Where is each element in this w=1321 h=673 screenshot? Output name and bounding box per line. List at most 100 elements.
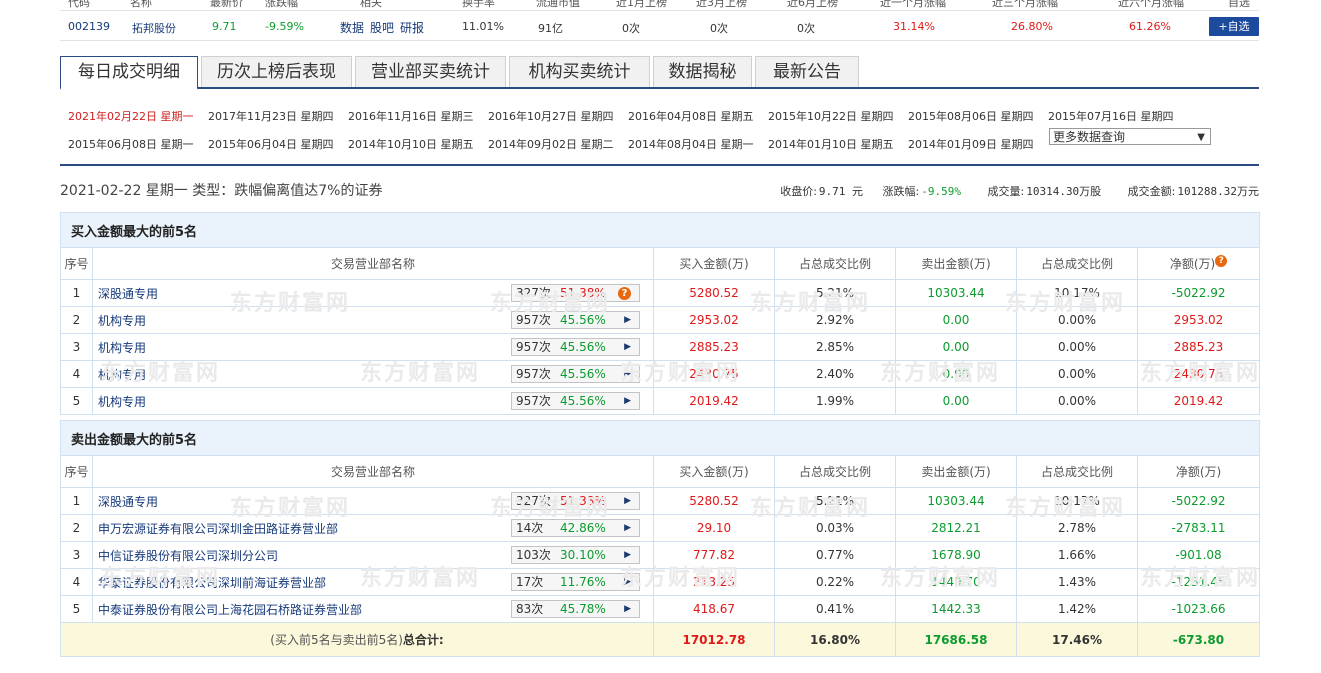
- branch-name[interactable]: 机构专用: [98, 314, 146, 328]
- tab-history-performance[interactable]: 历次上榜后表现: [201, 56, 352, 87]
- branch-stat-badge[interactable]: 103次 30.10% ▶: [511, 546, 640, 564]
- branch-name[interactable]: 深股通专用: [98, 287, 158, 301]
- date-link[interactable]: 2014年08月04日 星期一: [628, 136, 754, 152]
- date-link[interactable]: 2014年01月09日 星期四: [908, 136, 1034, 152]
- date-link[interactable]: 2014年10月10日 星期五: [348, 136, 474, 152]
- col-sell-ratio[interactable]: 占总成交比例: [1016, 455, 1138, 488]
- row-index: 1: [60, 279, 93, 307]
- branch-stat-badge[interactable]: 957次 45.56% ▶: [511, 311, 640, 329]
- stock-row: 002139 拓邦股份 9.71 -9.59% 数据 股吧 研报 11.01% …: [60, 14, 1259, 41]
- branch-stat-badge[interactable]: 83次 45.78% ▶: [511, 600, 640, 618]
- stock-name[interactable]: 拓邦股份: [132, 20, 176, 36]
- col-sell-ratio[interactable]: 占总成交比例: [1016, 247, 1138, 280]
- branch-count: 327次: [516, 494, 551, 508]
- branch-stat-badge[interactable]: 957次 45.56% ▶: [511, 392, 640, 410]
- branch-name[interactable]: 机构专用: [98, 368, 146, 382]
- date-link[interactable]: 2014年01月10日 星期五: [768, 136, 894, 152]
- link-guba[interactable]: 股吧: [370, 19, 394, 36]
- header-col-0[interactable]: 代码: [68, 0, 90, 10]
- header-col-6[interactable]: 流通市值: [536, 0, 580, 10]
- tab-announcements[interactable]: 最新公告: [755, 56, 859, 87]
- header-col-7[interactable]: 近1月上榜: [616, 0, 667, 10]
- tab-branch-stats[interactable]: 营业部买卖统计: [355, 56, 506, 87]
- branch-stat-badge[interactable]: 327次 51.38%?: [511, 284, 640, 302]
- date-link[interactable]: 2015年06月04日 星期四: [208, 136, 334, 152]
- branch-name[interactable]: 深股通专用: [98, 495, 158, 509]
- branch-cell: 华泰证券股份有限公司深圳前海证券营业部 17次 11.76% ▶: [92, 568, 654, 596]
- play-arrow-icon[interactable]: ▶: [624, 366, 631, 382]
- header-col-10[interactable]: 近一个月涨幅: [880, 0, 946, 10]
- header-col-9[interactable]: 近6月上榜: [787, 0, 838, 10]
- branch-name[interactable]: 申万宏源证券有限公司深圳金田路证券营业部: [98, 522, 338, 536]
- buy-amount: 2019.42: [653, 387, 775, 415]
- branch-stat-badge[interactable]: 957次 45.56% ▶: [511, 338, 640, 356]
- buy-ratio: 2.85%: [774, 333, 896, 361]
- branch-name[interactable]: 机构专用: [98, 341, 146, 355]
- play-arrow-icon[interactable]: ▶: [624, 574, 631, 590]
- branch-stat-badge[interactable]: 957次 45.56% ▶: [511, 365, 640, 383]
- play-arrow-icon[interactable]: ▶: [624, 547, 631, 563]
- date-link[interactable]: 2016年04月08日 星期五: [628, 108, 754, 124]
- play-arrow-icon[interactable]: ▶: [624, 520, 631, 536]
- buy-amount: 777.82: [653, 541, 775, 569]
- date-link[interactable]: 2015年06月08日 星期一: [68, 136, 194, 152]
- header-col-4[interactable]: 相关: [360, 0, 382, 10]
- date-link[interactable]: 2016年11月16日 星期三: [348, 108, 474, 124]
- rise-1m: 31.14%: [893, 20, 935, 33]
- col-net[interactable]: 净额(万)?: [1137, 247, 1260, 280]
- branch-stat-badge[interactable]: 14次 42.86% ▶: [511, 519, 640, 537]
- tab-daily-detail[interactable]: 每日成交明细: [60, 56, 198, 90]
- branch-name[interactable]: 机构专用: [98, 395, 146, 409]
- help-icon[interactable]: ?: [618, 287, 631, 300]
- header-columns: 代码 名称 最新价 涨跌幅 相关 换手率 流通市值 近1月上榜 近3月上榜 近6月上榜 近一个月涨幅…: [60, 0, 1259, 11]
- sell-amount: 1442.33: [895, 595, 1017, 623]
- date-link[interactable]: 2015年08月06日 星期四: [908, 108, 1034, 124]
- tab-institution-stats[interactable]: 机构买卖统计: [509, 56, 650, 87]
- date-link[interactable]: 2021年02月22日 星期一: [68, 108, 194, 124]
- col-buy[interactable]: 买入金额(万): [653, 247, 775, 280]
- add-favorite-button[interactable]: +自选: [1209, 17, 1259, 36]
- branch-name[interactable]: 中泰证券股份有限公司上海花园石桥路证券营业部: [98, 603, 362, 617]
- play-arrow-icon[interactable]: ▶: [624, 312, 631, 328]
- play-arrow-icon[interactable]: ▶: [624, 393, 631, 409]
- link-data[interactable]: 数据: [340, 19, 364, 36]
- more-query-select[interactable]: 更多数据查询 ▼: [1049, 128, 1211, 145]
- net-amount: -1023.66: [1137, 595, 1260, 623]
- branch-name[interactable]: 中信证券股份有限公司深圳分公司: [98, 549, 278, 563]
- play-arrow-icon[interactable]: ▶: [624, 493, 631, 509]
- link-report[interactable]: 研报: [400, 19, 424, 36]
- branch-name[interactable]: 华泰证券股份有限公司深圳前海证券营业部: [98, 576, 326, 590]
- total-sell: 17686.58: [895, 622, 1017, 657]
- stock-code[interactable]: 002139: [68, 20, 110, 33]
- col-sell[interactable]: 卖出金额(万): [895, 455, 1017, 488]
- branch-stat-badge[interactable]: 17次 11.76% ▶: [511, 573, 640, 591]
- col-net[interactable]: 净额(万): [1137, 455, 1260, 488]
- header-col-2[interactable]: 最新价: [210, 0, 243, 10]
- tab-data-reveal[interactable]: 数据揭秘: [653, 56, 752, 87]
- date-link[interactable]: 2015年10月22日 星期四: [768, 108, 894, 124]
- header-col-3[interactable]: 涨跌幅: [265, 0, 298, 10]
- col-sell[interactable]: 卖出金额(万): [895, 247, 1017, 280]
- date-link[interactable]: 2014年09月02日 星期二: [488, 136, 614, 152]
- col-buy-ratio[interactable]: 占总成交比例: [774, 247, 896, 280]
- help-icon[interactable]: ?: [1215, 255, 1228, 267]
- header-col-8[interactable]: 近3月上榜: [696, 0, 747, 10]
- sell-table-header: 序号 交易营业部名称 买入金额(万) 占总成交比例 卖出金额(万) 占总成交比例…: [60, 455, 1260, 488]
- play-arrow-icon[interactable]: ▶: [624, 601, 631, 617]
- header-col-11[interactable]: 近三个月涨幅: [992, 0, 1058, 10]
- header-col-13[interactable]: 自选: [1228, 0, 1250, 10]
- branch-stat-badge[interactable]: 327次 51.38% ▶: [511, 492, 640, 510]
- header-col-5[interactable]: 换手率: [462, 0, 495, 10]
- tab-bar: 每日成交明细 历次上榜后表现 营业部买卖统计 机构买卖统计 数据揭秘 最新公告: [60, 56, 1259, 90]
- date-link[interactable]: 2015年07月16日 星期四: [1048, 108, 1174, 124]
- date-link[interactable]: 2017年11月23日 星期四: [208, 108, 334, 124]
- sell-amount: 0.00: [895, 333, 1017, 361]
- header-col-12[interactable]: 近六个月涨幅: [1118, 0, 1184, 10]
- col-buy-ratio[interactable]: 占总成交比例: [774, 455, 896, 488]
- net-amount: 2019.42: [1137, 387, 1260, 415]
- col-buy[interactable]: 买入金额(万): [653, 455, 775, 488]
- header-col-1[interactable]: 名称: [130, 0, 152, 10]
- play-arrow-icon[interactable]: ▶: [624, 339, 631, 355]
- col-net-label: 净额(万): [1169, 257, 1216, 271]
- date-link[interactable]: 2016年10月27日 星期四: [488, 108, 614, 124]
